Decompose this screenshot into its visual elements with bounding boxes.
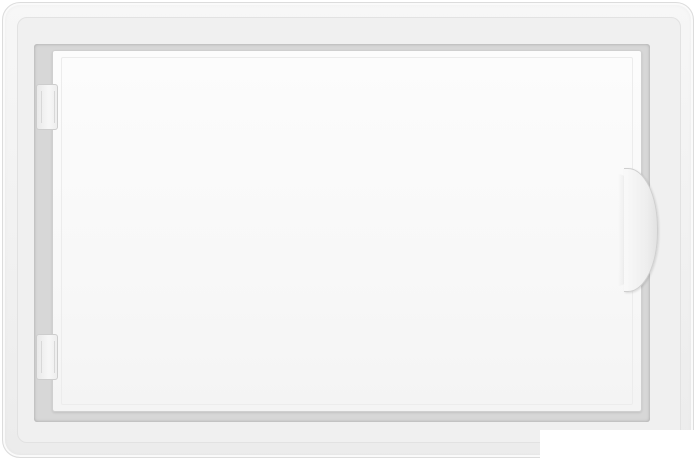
front-door xyxy=(52,50,642,412)
top-hinge xyxy=(36,84,58,130)
bottom-hinge xyxy=(36,334,58,380)
enclosure-photo xyxy=(0,0,700,463)
corner-patch xyxy=(540,430,700,463)
door-panel-edge xyxy=(61,57,633,405)
